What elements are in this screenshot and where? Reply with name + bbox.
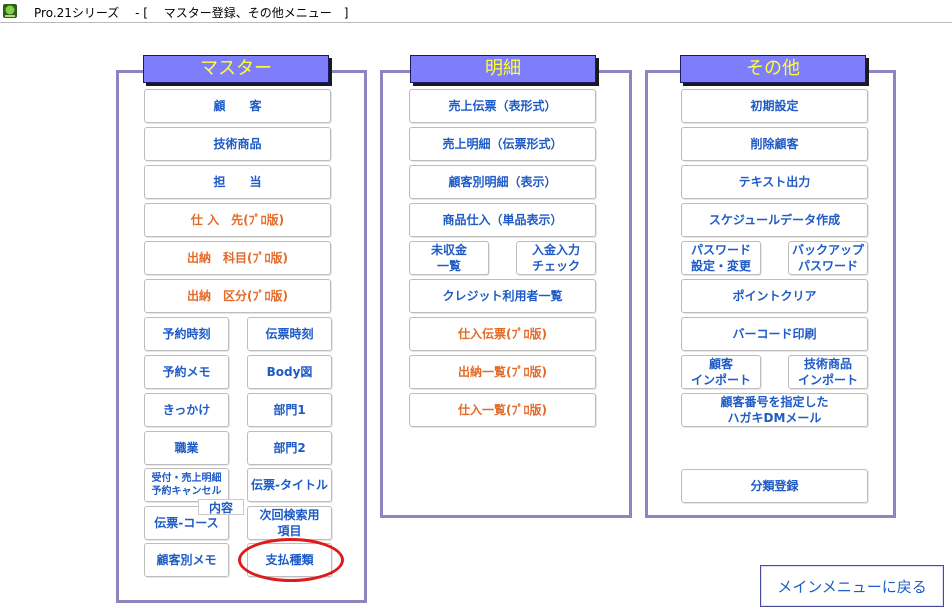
window-title: Pro.21シリーズ - [ マスター登録、その他メニュー ]: [34, 6, 349, 20]
body-chart-button[interactable]: Body図: [247, 355, 332, 389]
customer-import-button[interactable]: 顧客 インポート: [681, 355, 761, 389]
detail-panel-title: 明細: [410, 55, 596, 83]
sales-slip-table-button[interactable]: 売上伝票（表形式）: [409, 89, 596, 123]
purchase-slip-button[interactable]: 仕入伝票(ﾌﾟﾛ版): [409, 317, 596, 351]
payment-type-button[interactable]: 支払種類: [247, 543, 332, 577]
reserve-memo-button[interactable]: 予約メモ: [144, 355, 229, 389]
dept1-button[interactable]: 部門1: [247, 393, 332, 427]
tech-import-button[interactable]: 技術商品 インポート: [788, 355, 868, 389]
postcard-dm-button[interactable]: 顧客番号を指定した ハガキDMメール: [681, 393, 868, 427]
barcode-print-button[interactable]: バーコード印刷: [681, 317, 868, 351]
staff-button[interactable]: 担 当: [144, 165, 331, 199]
dept2-button[interactable]: 部門2: [247, 431, 332, 465]
contents-button[interactable]: 内容: [198, 499, 244, 515]
point-clear-button[interactable]: ポイントクリア: [681, 279, 868, 313]
classification-button[interactable]: 分類登録: [681, 469, 868, 503]
title-bar: Pro.21シリーズ - [ マスター登録、その他メニュー ]: [0, 0, 952, 23]
reception-cancel-button[interactable]: 受付・売上明細 予約キャンセル: [144, 468, 229, 502]
other-panel-title: その他: [680, 55, 866, 83]
cash-list-button[interactable]: 出納一覧(ﾌﾟﾛ版): [409, 355, 596, 389]
reserve-time-button[interactable]: 予約時刻: [144, 317, 229, 351]
delete-customer-button[interactable]: 削除顧客: [681, 127, 868, 161]
product-purchase-button[interactable]: 商品仕入（単品表示）: [409, 203, 596, 237]
cash-category-button[interactable]: 出納 区分(ﾌﾟﾛ版): [144, 279, 331, 313]
cash-item-button[interactable]: 出納 科目(ﾌﾟﾛ版): [144, 241, 331, 275]
schedule-data-button[interactable]: スケジュールデータ作成: [681, 203, 868, 237]
tech-product-button[interactable]: 技術商品: [144, 127, 331, 161]
sales-detail-slip-button[interactable]: 売上明細（伝票形式）: [409, 127, 596, 161]
unpaid-list-button[interactable]: 未収金 一覧: [409, 241, 489, 275]
master-panel-title: マスター: [143, 55, 329, 83]
customer-button[interactable]: 顧 客: [144, 89, 331, 123]
trigger-button[interactable]: きっかけ: [144, 393, 229, 427]
deposit-check-button[interactable]: 入金入力 チェック: [516, 241, 596, 275]
credit-users-button[interactable]: クレジット利用者一覧: [409, 279, 596, 313]
slip-title-button[interactable]: 伝票-タイトル: [247, 468, 332, 502]
app-icon: [3, 4, 17, 18]
password-settings-button[interactable]: パスワード 設定・変更: [681, 241, 761, 275]
purchase-list-button[interactable]: 仕入一覧(ﾌﾟﾛ版): [409, 393, 596, 427]
supplier-button[interactable]: 仕 入 先(ﾌﾟﾛ版): [144, 203, 331, 237]
customer-detail-button[interactable]: 顧客別明細（表示）: [409, 165, 596, 199]
customer-memo-button[interactable]: 顧客別メモ: [144, 543, 229, 577]
initial-settings-button[interactable]: 初期設定: [681, 89, 868, 123]
occupation-button[interactable]: 職業: [144, 431, 229, 465]
slip-time-button[interactable]: 伝票時刻: [247, 317, 332, 351]
text-output-button[interactable]: テキスト出力: [681, 165, 868, 199]
next-search-button[interactable]: 次回検索用 項目: [247, 506, 332, 540]
return-main-menu-button[interactable]: メインメニューに戻る: [760, 565, 944, 607]
backup-password-button[interactable]: バックアップ パスワード: [788, 241, 868, 275]
